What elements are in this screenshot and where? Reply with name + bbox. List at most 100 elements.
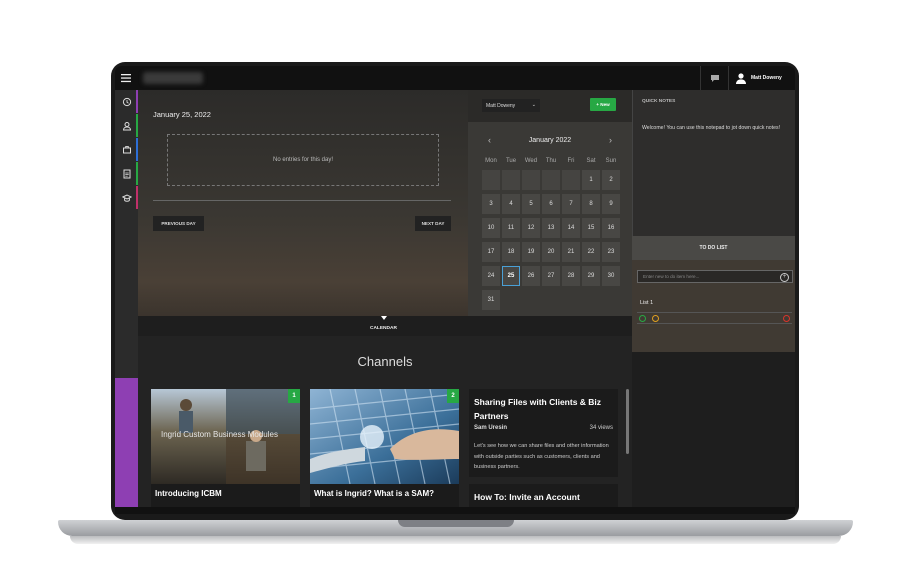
calendar-day[interactable]: 8 (582, 194, 600, 214)
rail-item-documents[interactable] (115, 162, 138, 185)
quick-notes-panel[interactable]: QUICK NOTES Welcome! You can use this no… (632, 90, 795, 236)
calendar-day[interactable]: 30 (602, 266, 620, 286)
calendar-day[interactable]: 24 (482, 266, 500, 286)
weekday-label: Mon (485, 158, 497, 164)
rail-item-learning[interactable] (115, 186, 138, 209)
calendar-day[interactable]: 16 (602, 218, 620, 238)
add-todo-icon[interactable]: + (780, 273, 789, 282)
day-date-title: January 25, 2022 (153, 110, 211, 119)
calendar-day[interactable]: 21 (562, 242, 580, 262)
calendar-day[interactable]: 31 (482, 290, 500, 310)
calendar-day[interactable]: 28 (562, 266, 580, 286)
weekday-label: Thu (545, 158, 557, 164)
todo-input-placeholder: Enter new to do item here... (643, 274, 700, 279)
hamburger-icon[interactable] (120, 72, 132, 84)
month-nav: ‹ January 2022 › (468, 135, 632, 147)
screen-bottom-edge (115, 507, 795, 514)
channel-card[interactable]: Ingrid Custom Business Modules 1 Introdu… (151, 389, 300, 514)
weekday-label: Sat (586, 158, 596, 164)
user-card-icon (122, 121, 131, 130)
caret-down-icon (381, 316, 387, 320)
calendar-day[interactable]: 5 (522, 194, 540, 214)
article-card[interactable]: Sharing Files with Clients & Biz Partner… (469, 389, 618, 477)
calendar-day[interactable]: 1 (582, 170, 600, 190)
briefcase-icon (122, 145, 131, 153)
calendar-day[interactable]: 11 (502, 218, 520, 238)
calendar-day[interactable]: 23 (602, 242, 620, 262)
calendar-day[interactable]: 10 (482, 218, 500, 238)
calendar-day[interactable]: 13 (542, 218, 560, 238)
calendar-day[interactable]: 3 (482, 194, 500, 214)
todo-list-body: Enter new to do item here... + List 1 (632, 260, 795, 352)
calendar-day[interactable]: 15 (582, 218, 600, 238)
weekday-label: Tue (505, 158, 517, 164)
chat-icon (711, 74, 719, 82)
calendar-day[interactable]: 29 (582, 266, 600, 286)
channel-badge: 2 (447, 389, 459, 403)
channel-thumbnail-caption: Ingrid Custom Business Modules (161, 430, 278, 439)
calendar-day[interactable]: 19 (522, 242, 540, 262)
laptop-shadow (70, 536, 841, 544)
calendar-day[interactable]: 4 (502, 194, 520, 214)
calendar-day[interactable]: 12 (522, 218, 540, 238)
rail-channels-accent (115, 378, 138, 514)
rail-item-contacts[interactable] (115, 114, 138, 137)
entries-empty-box: No entries for this day! (167, 134, 439, 186)
calendar-day[interactable]: 17 (482, 242, 500, 262)
calendar-day-empty (562, 170, 580, 190)
brand-logo (143, 72, 203, 84)
channels-title: Channels (357, 354, 413, 369)
user-select-dropdown[interactable]: Matt Doweny ⌄ (482, 99, 540, 112)
delete-icon[interactable] (783, 315, 790, 322)
channel-card[interactable]: 2 What is Ingrid? What is a SAM? (310, 389, 459, 514)
channel-title: Introducing ICBM (155, 489, 222, 498)
channels-scrollbar[interactable] (626, 389, 629, 454)
right-panel-empty (632, 352, 795, 514)
rail-item-history[interactable] (115, 90, 138, 113)
user-avatar-icon (736, 73, 746, 84)
calendar-day-empty (482, 170, 500, 190)
rail-item-business[interactable] (115, 138, 138, 161)
chevron-right-icon[interactable]: › (609, 135, 612, 145)
user-select-value: Matt Doweny (486, 102, 516, 109)
weekday-label: Wed (524, 158, 538, 164)
left-rail (115, 90, 138, 514)
chat-button[interactable] (700, 66, 729, 90)
article-title: Sharing Files with Clients & Biz Partner… (474, 397, 602, 421)
calendar-toggle-strip[interactable]: CALENDAR (138, 316, 632, 336)
calendar-day[interactable]: 14 (562, 218, 580, 238)
calendar-day[interactable]: 20 (542, 242, 560, 262)
todo-list-name: List 1 (640, 300, 654, 306)
calendar-day[interactable]: 26 (522, 266, 540, 286)
calendar-day[interactable]: 22 (582, 242, 600, 262)
calendar-day[interactable]: 25 (502, 266, 520, 286)
calendar-day-empty (542, 170, 560, 190)
todo-input[interactable]: Enter new to do item here... + (637, 270, 793, 283)
article-views: 34 views (589, 425, 613, 431)
todo-list-row (637, 312, 792, 324)
channel-thumbnail (310, 389, 459, 484)
complete-icon[interactable] (639, 315, 646, 322)
calendar-day[interactable]: 27 (542, 266, 560, 286)
calendar-day[interactable]: 2 (602, 170, 620, 190)
quick-notes-text[interactable]: Welcome! You can use this notepad to jot… (642, 121, 790, 135)
quick-notes-title: QUICK NOTES (642, 99, 676, 104)
calendar-day[interactable]: 7 (562, 194, 580, 214)
new-entry-button[interactable]: + New (590, 98, 616, 111)
article-description: Let's see how we can share files and oth… (474, 443, 609, 470)
weekday-label: Fri (567, 158, 575, 164)
next-day-button[interactable]: NEXT DAY (415, 216, 451, 231)
calendar-day[interactable]: 6 (542, 194, 560, 214)
weekday-label: Sun (605, 158, 617, 164)
laptop-notch (398, 520, 514, 527)
user-menu-button[interactable]: Matt Doweny (728, 66, 795, 90)
clock-icon[interactable] (652, 315, 659, 322)
previous-day-button[interactable]: PREVIOUS DAY (153, 216, 204, 231)
calendar-toggle-label: CALENDAR (370, 326, 397, 331)
todo-list-header: TO DO LIST (632, 236, 795, 260)
calendar-day[interactable]: 18 (502, 242, 520, 262)
day-panel: January 25, 2022 No entries for this day… (138, 90, 468, 316)
article-title: How To: Invite an Account (474, 492, 580, 502)
todo-title: TO DO LIST (699, 245, 728, 251)
calendar-day[interactable]: 9 (602, 194, 620, 214)
